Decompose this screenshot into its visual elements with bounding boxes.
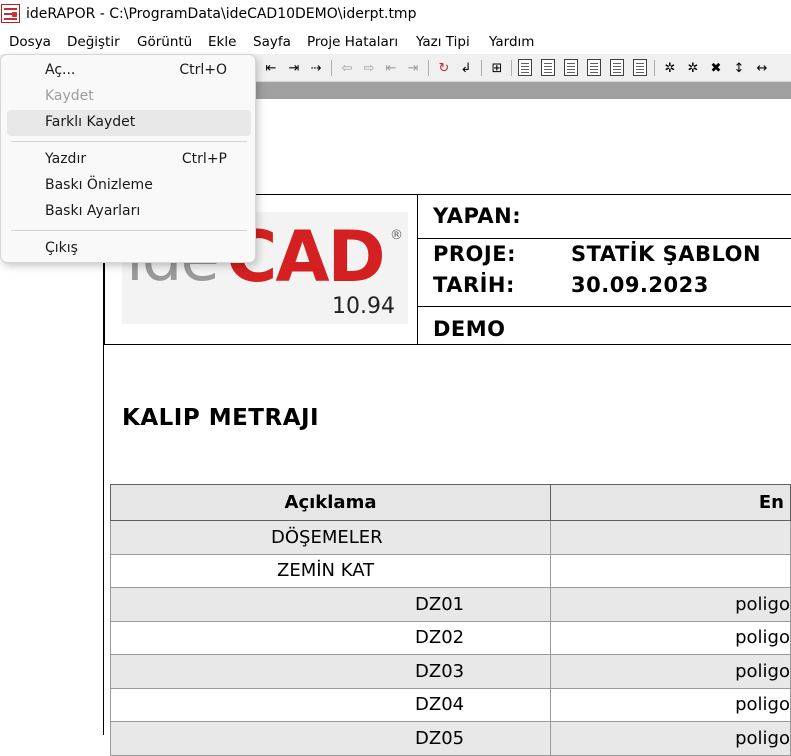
cell-desc: DZ02 — [110, 620, 551, 655]
page-layout-2-icon[interactable] — [541, 59, 555, 76]
arrow-right-icon[interactable]: ⇨ — [360, 59, 378, 77]
tool-e-icon[interactable]: ↔ — [753, 59, 771, 77]
iderapor-app-icon[interactable] — [1, 4, 20, 23]
arrow-left-icon[interactable]: ⇦ — [338, 59, 356, 77]
table-row: DZ01 poligo — [110, 587, 791, 622]
menu-item-label: Kaydet — [45, 88, 94, 104]
menu-sayfa[interactable]: Sayfa — [253, 34, 291, 50]
cell-en: poligo — [550, 620, 791, 655]
refresh-icon[interactable]: ↻ — [435, 59, 453, 77]
menu-item-exit[interactable]: Çıkış — [7, 236, 251, 262]
cell-en: poligo — [550, 654, 791, 689]
demo-label: DEMO — [433, 317, 506, 341]
move-to-start-icon[interactable]: ⇤ — [262, 59, 280, 77]
logo-registered-mark: ® — [390, 228, 403, 243]
cell-en: poligo — [550, 721, 791, 756]
table-row: DZ04 poligo — [110, 687, 791, 722]
yapan-label: YAPAN: — [433, 204, 522, 228]
page-layout-5-icon[interactable] — [610, 59, 624, 76]
menu-item-print-settings[interactable]: Baskı Ayarları — [7, 199, 251, 225]
header-divider — [417, 194, 418, 345]
menu-yardim[interactable]: Yardım — [489, 34, 534, 50]
tarih-label: TARİH: — [433, 273, 515, 297]
table-row: DZ05 poligo — [110, 721, 791, 756]
cell-en: poligo — [550, 687, 791, 722]
header-line — [418, 238, 791, 239]
header-line — [418, 306, 791, 307]
table-row: DZ02 poligo — [110, 620, 791, 655]
menu-item-shortcut: Ctrl+P — [181, 151, 227, 167]
menu-item-label: Çıkış — [45, 240, 78, 256]
cell-en: poligo — [550, 587, 791, 622]
cell-desc: ZEMİN KAT — [110, 553, 551, 588]
menu-item-label: Baskı Önizleme — [45, 177, 153, 193]
go-to-question-icon[interactable]: ⇢ — [307, 59, 325, 77]
table-header-row: Açıklama En — [110, 484, 791, 521]
page-layout-4-icon[interactable] — [587, 59, 601, 76]
cell-en — [550, 520, 791, 555]
menu-item-print-preview[interactable]: Baskı Önizleme — [7, 173, 251, 199]
title-bar: ideRAPOR - C:\ProgramData\ideCAD10DEMO\i… — [0, 0, 791, 30]
metraj-table: Açıklama En DÖŞEMELER ZEMİN KAT DZ01 pol… — [110, 484, 791, 756]
table-row: ZEMİN KAT — [110, 553, 791, 588]
cell-en — [550, 553, 791, 588]
menu-item-label: Yazdır — [45, 151, 87, 167]
proje-value: STATİK ŞABLON — [571, 242, 762, 266]
first-page-icon[interactable]: ⇤ — [382, 59, 400, 77]
menu-item-shortcut: Ctrl+O — [179, 62, 227, 78]
menu-degistir[interactable]: Değiştir — [67, 34, 120, 50]
tool-d-icon[interactable]: ↕ — [730, 59, 748, 77]
page-layout-1-icon[interactable] — [518, 59, 532, 76]
column-header-aciklama: Açıklama — [110, 484, 551, 521]
cell-desc: DÖŞEMELER — [110, 520, 551, 555]
tool-b-icon[interactable]: ✲ — [684, 59, 702, 77]
menu-item-print[interactable]: Yazdır Ctrl+P — [7, 147, 251, 173]
menu-item-label: Aç... — [45, 62, 76, 78]
table-row: DÖŞEMELER — [110, 520, 791, 555]
tarih-value: 30.09.2023 — [571, 273, 709, 297]
page-layout-6-icon[interactable] — [633, 59, 647, 76]
proje-label: PROJE: — [433, 242, 516, 266]
tool-c-icon[interactable]: ✖ — [707, 59, 725, 77]
menu-goruntu[interactable]: Görüntü — [137, 34, 192, 50]
menu-yazi-tipi[interactable]: Yazı Tipi — [416, 34, 470, 50]
cell-desc: DZ01 — [110, 587, 551, 622]
menu-item-label: Farklı Kaydet — [45, 114, 136, 130]
table-row: DZ03 poligo — [110, 654, 791, 689]
cell-desc: DZ03 — [110, 654, 551, 689]
structure-tree-icon[interactable]: ⊞ — [488, 59, 506, 77]
exit-report-icon[interactable]: ↲ — [457, 59, 475, 77]
menu-item-save-as[interactable]: Farklı Kaydet — [7, 110, 251, 136]
menu-separator — [11, 230, 247, 231]
page-layout-3-icon[interactable] — [564, 59, 578, 76]
menu-item-open[interactable]: Aç... Ctrl+O — [7, 58, 251, 84]
menu-item-save[interactable]: Kaydet — [7, 84, 251, 110]
menu-proje-hatalari[interactable]: Proje Hataları — [307, 34, 398, 50]
cell-desc: DZ04 — [110, 687, 551, 722]
tool-a-icon[interactable]: ✲ — [661, 59, 679, 77]
window-title: ideRAPOR - C:\ProgramData\ideCAD10DEMO\i… — [26, 6, 417, 22]
menu-separator — [11, 141, 247, 142]
logo-version: 10.94 — [332, 294, 395, 319]
column-header-en: En — [550, 484, 791, 521]
section-title: KALIP METRAJI — [122, 405, 320, 431]
menu-ekle[interactable]: Ekle — [208, 34, 236, 50]
menu-bar: Dosya Değiştir Görüntü Ekle Sayfa Proje … — [0, 30, 791, 54]
menu-item-label: Baskı Ayarları — [45, 203, 141, 219]
move-to-end-icon[interactable]: ⇥ — [285, 59, 303, 77]
last-page-icon[interactable]: ⇥ — [404, 59, 422, 77]
dosya-dropdown-menu: Aç... Ctrl+O Kaydet Farklı Kaydet Yazdır… — [0, 54, 256, 263]
cell-desc: DZ05 — [110, 721, 551, 756]
menu-dosya[interactable]: Dosya — [9, 34, 51, 50]
